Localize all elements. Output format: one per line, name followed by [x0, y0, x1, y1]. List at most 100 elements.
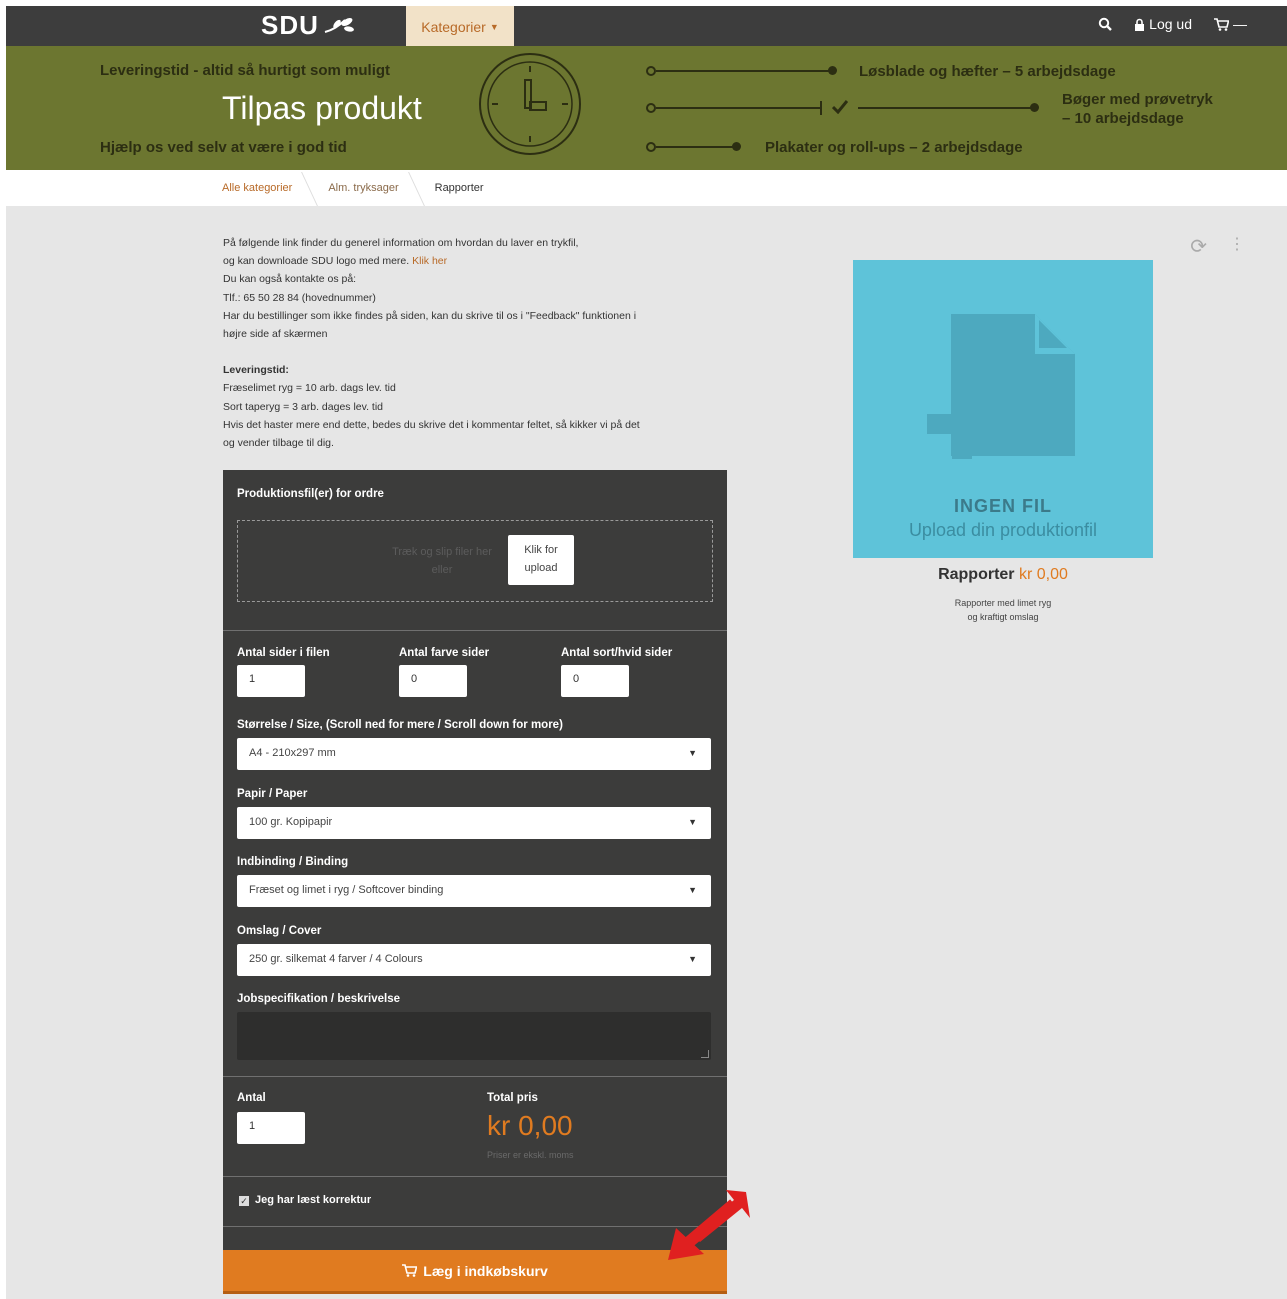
color-pages-label: Antal farve sider	[399, 647, 490, 659]
product-title: Rapporter	[938, 566, 1015, 583]
total-price-note: Priser er ekskl. moms	[487, 1150, 574, 1160]
timeline-line-1	[656, 70, 832, 72]
info-text: På følgende link finder du generel infor…	[223, 234, 743, 452]
info-line: Tlf.: 65 50 28 84 (hovednummer)	[223, 291, 376, 304]
dropzone-text-line: eller	[431, 564, 453, 576]
info-link-click-here[interactable]: Klik her	[412, 255, 447, 267]
info-line: og vender tilbage til dig.	[223, 437, 334, 450]
cart-icon	[402, 1264, 418, 1277]
info-line-text: og kan downloade SDU logo med mere.	[223, 255, 413, 268]
cart-link[interactable]: —	[1214, 16, 1247, 32]
paper-value: 100 gr. Kopipapir	[249, 816, 333, 828]
cover-label: Omslag / Cover	[237, 925, 322, 937]
caret-down-icon: ▼	[688, 817, 697, 827]
delivery-line-2b: – 10 arbejdsdage	[1062, 110, 1184, 127]
check-icon	[832, 100, 848, 114]
order-form: Produktionsfil(er) for ordre Træk og sli…	[223, 470, 727, 1294]
timeline-start-3	[646, 142, 656, 152]
categories-dropdown[interactable]: Kategorier ▼	[406, 6, 514, 48]
files-label: Produktionsfil(er) for ordre	[237, 488, 384, 500]
pages-input[interactable]: 1	[237, 665, 305, 697]
sdu-leaf-icon	[324, 17, 354, 33]
main-content: På følgende link finder du generel infor…	[6, 206, 1287, 1299]
logout-label: Log ud	[1149, 16, 1192, 32]
bw-pages-input[interactable]: 0	[561, 665, 629, 697]
dropzone-text-line: Træk og slip filer her	[392, 546, 492, 558]
caret-down-icon: ▼	[688, 954, 697, 964]
caret-down-icon: ▼	[688, 748, 697, 758]
timeline-line-2b	[858, 107, 1034, 109]
desc-line: og kraftigt omslag	[967, 612, 1039, 622]
divider	[223, 630, 727, 631]
desc-line: Rapporter med limet ryg	[954, 598, 1052, 608]
upload-button[interactable]: Klik for upload	[508, 535, 574, 585]
color-pages-input[interactable]: 0	[399, 665, 467, 697]
size-select[interactable]: A4 - 210x297 mm ▼	[237, 738, 711, 770]
pages-label: Antal sider i filen	[237, 647, 330, 659]
add-to-cart-label: Læg i indkøbskurv	[423, 1262, 548, 1279]
breadcrumb: Alle kategorier Alm. tryksager Rapporter	[6, 170, 1287, 206]
caret-down-icon: ▼	[489, 22, 499, 32]
refresh-icon[interactable]: ⟳	[1190, 234, 1207, 259]
cart-count: —	[1233, 16, 1247, 32]
info-line: Hvis det haster mere end dette, bedes du…	[223, 418, 640, 431]
binding-label: Indbinding / Binding	[237, 856, 349, 868]
add-to-cart-button[interactable]: Læg i indkøbskurv	[223, 1250, 727, 1294]
no-file-label: INGEN FIL	[954, 496, 1052, 516]
binding-select[interactable]: Fræset og limet i ryg / Softcover bindin…	[237, 875, 711, 907]
lock-icon	[1135, 18, 1145, 31]
breadcrumb-current: Rapporter	[434, 182, 484, 194]
info-line: højre side af skærmen	[223, 328, 328, 341]
more-vertical-icon[interactable]: ⋮	[1229, 234, 1245, 259]
page-title: Tilpas produkt	[222, 90, 422, 126]
job-spec-textarea[interactable]	[237, 1012, 711, 1060]
total-price-value: kr 0,00	[487, 1110, 573, 1141]
search-icon[interactable]	[1098, 17, 1113, 31]
timeline-tick	[820, 101, 822, 115]
quantity-input[interactable]: 1	[237, 1112, 305, 1144]
banner-bottom-left: Hjælp os ved selv at være i god tid	[100, 139, 347, 156]
upload-button-line: Klik for	[524, 544, 558, 556]
paper-label: Papir / Paper	[237, 788, 308, 800]
logout-link[interactable]: Log ud	[1134, 16, 1192, 32]
cover-select[interactable]: 250 gr. silkemat 4 farver / 4 Colours ▼	[237, 944, 711, 976]
info-line: Du kan også kontakte os på:	[223, 273, 357, 286]
info-line: Har du bestillinger som ikke findes på s…	[223, 309, 637, 322]
upload-button-line: upload	[524, 562, 558, 574]
binding-value: Fræset og limet i ryg / Softcover bindin…	[249, 884, 444, 896]
file-preview: INGEN FIL Upload din produktionfil	[853, 260, 1153, 558]
delivery-line-1: Løsblade og hæfter – 5 arbejdsdage	[859, 63, 1116, 80]
timeline-start-1	[646, 66, 656, 76]
divider	[223, 1076, 727, 1077]
delivery-line-3: Plakater og roll-ups – 2 arbejdsdage	[765, 139, 1023, 156]
cover-value: 250 gr. silkemat 4 farver / 4 Colours	[249, 953, 423, 965]
info-line: På følgende link finder du generel infor…	[223, 237, 579, 249]
breadcrumb-general-print[interactable]: Alm. tryksager	[328, 182, 416, 194]
total-price-label: Total pris	[487, 1092, 538, 1104]
sdu-logo[interactable]: SDU	[261, 10, 355, 41]
breadcrumb-all-categories[interactable]: Alle kategorier	[222, 182, 310, 194]
info-line: Fræselimet ryg = 10 arb. dags lev. tid	[223, 382, 396, 395]
product-description: Rapporter med limet ryg og kraftigt omsl…	[853, 596, 1153, 624]
paper-select[interactable]: 100 gr. Kopipapir ▼	[237, 807, 711, 839]
add-file-icon	[927, 314, 1075, 459]
size-label: Størrelse / Size, (Scroll ned for mere /…	[237, 719, 563, 731]
job-spec-label: Jobspecifikation / beskrivelse	[237, 993, 400, 1005]
product-price: kr 0,00	[1018, 566, 1068, 583]
categories-label: Kategorier	[421, 19, 486, 35]
timeline-start-2	[646, 103, 656, 113]
resize-handle[interactable]	[701, 1050, 709, 1058]
timeline-end-2	[1030, 103, 1039, 112]
proof-checkbox[interactable]: ✓	[239, 1196, 249, 1206]
timeline-line-2a	[656, 107, 822, 109]
bw-pages-label: Antal sort/hvid sider	[561, 647, 673, 659]
divider	[223, 1226, 727, 1227]
cart-icon	[1214, 17, 1229, 31]
file-dropzone[interactable]: Træk og slip filer her eller Klik for up…	[237, 520, 713, 602]
logo-text: SDU	[261, 10, 319, 40]
info-line: og kan downloade SDU logo med mere. Klik…	[223, 252, 743, 270]
dropzone-text: Træk og slip filer her eller	[382, 543, 502, 579]
caret-down-icon: ▼	[688, 885, 697, 895]
clock-icon	[479, 53, 581, 155]
red-arrow-annotation	[668, 1190, 750, 1260]
